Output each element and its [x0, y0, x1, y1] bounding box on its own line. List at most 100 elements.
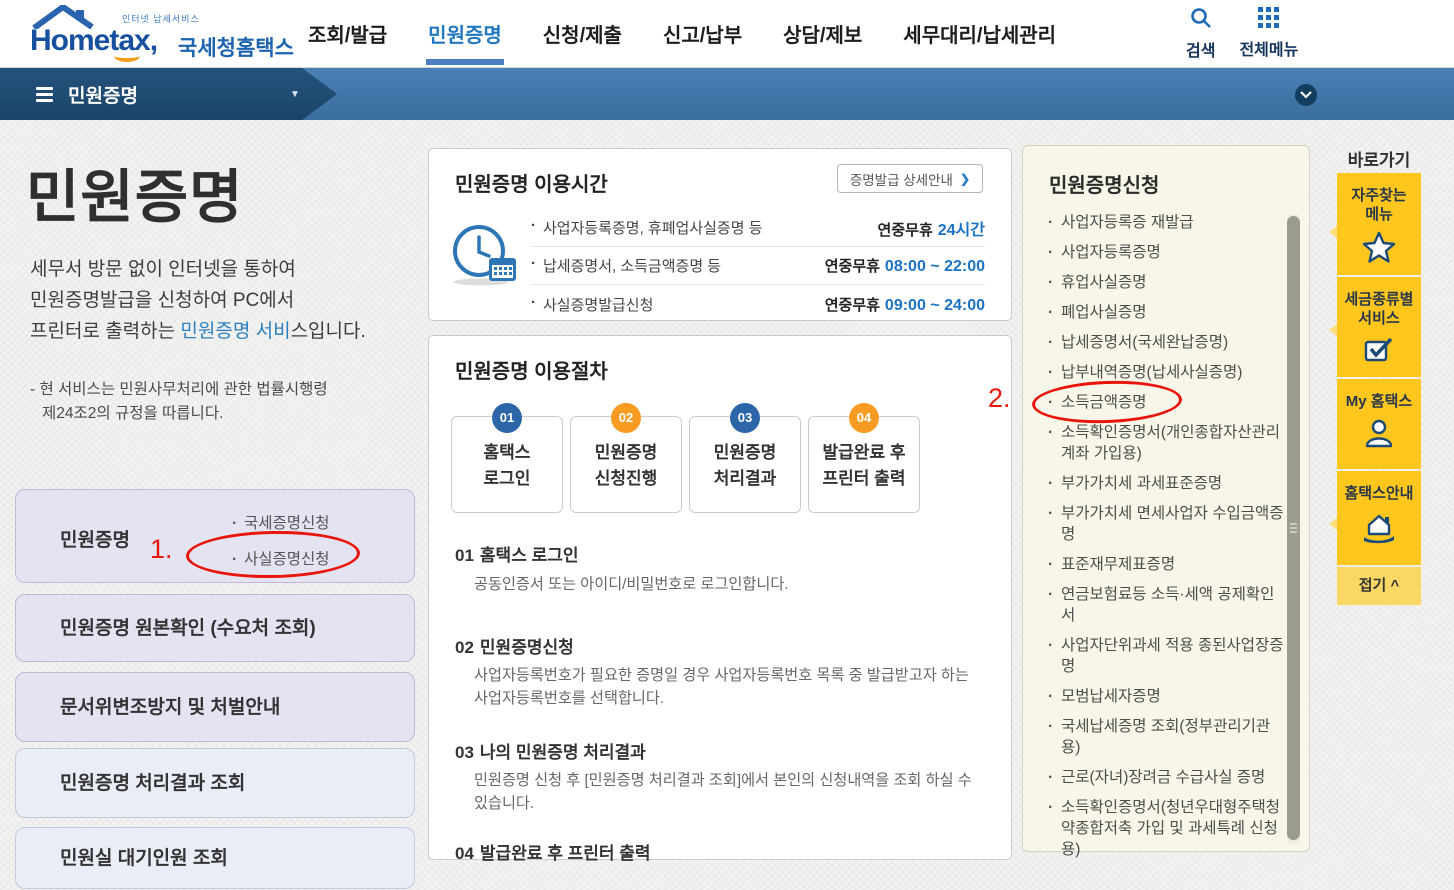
usage-time-title: 민원증명 이용시간 [455, 168, 608, 197]
description-line-2: 민원증명발급을 신청하여 PC에서 [30, 285, 366, 316]
chevron-right-icon: ❯ [960, 172, 970, 186]
orange-swoosh-icon [114, 50, 140, 62]
menu-box-processing-results[interactable]: 민원증명 처리결과 조회 [15, 748, 415, 818]
step-detail-body-2: 사업자등록번호가 필요한 증명일 경우 사업자등록번호 목록 중 발급받고자 하… [474, 664, 986, 710]
search-button[interactable]: 검색 [1186, 7, 1215, 61]
usage-time-row: 사실증명발급신청 연중무휴09:00 ~ 24:00 [531, 285, 985, 323]
quickbar-collapse-button[interactable]: 접기 ^ [1337, 567, 1421, 605]
annotation-step-1: 1. [150, 534, 173, 565]
usage-time-table: 사업자등록증명, 휴폐업사실증명 등 연중무휴24시간 납세증명서, 소득금액증… [531, 209, 985, 323]
all-menu-button[interactable]: 전체메뉴 [1239, 7, 1298, 61]
step-detail-heading-1: 01홈택스 로그인 [455, 541, 579, 566]
cert-item-pension-deduction-confirm[interactable]: 연금보험료등 소득·세액 공제확인서 [1047, 584, 1285, 626]
page-title: 민원증명 [26, 150, 243, 234]
cert-item-income-amount-cert[interactable]: 소득금액증명 [1047, 392, 1285, 413]
cert-list-scrollbar-thumb[interactable] [1287, 216, 1300, 840]
caret-down-icon: ▼ [290, 89, 300, 100]
cert-item-national-tax-cert-gov[interactable]: 국세납세증명 조회(정부관리기관용) [1047, 716, 1285, 758]
step-card-apply: 02 민원증명신청진행 [570, 416, 682, 513]
step-number-badge: 04 [849, 403, 879, 433]
quickbar-item-hometax-guide[interactable]: 홈택스안내 [1337, 471, 1421, 565]
usage-time-row: 사업자등록증명, 휴폐업사실증명 등 연중무휴24시간 [531, 209, 985, 247]
issuance-detail-guide-button[interactable]: 증명발급 상세안내❯ [837, 164, 983, 193]
cert-item-business-suspension[interactable]: 휴업사실증명 [1047, 272, 1285, 293]
civil-cert-service-link: 민원증명 서비 [180, 321, 290, 342]
page: { "header": { "tagline": "인터넷 납세서비스", "b… [0, 0, 1454, 855]
step-number-badge: 01 [492, 403, 522, 433]
star-icon [1337, 231, 1421, 268]
nav-item-consultation-report[interactable]: 상담/제보 [783, 19, 862, 48]
logo-site-name: 국세청홈택스 [178, 32, 294, 62]
checkbox-icon [1337, 335, 1421, 368]
usage-time-row: 납세증명서, 소득금액증명 등 연중무휴08:00 ~ 22:00 [531, 247, 985, 285]
step-detail-heading-4: 04발급완료 후 프린터 출력 [455, 839, 651, 864]
hometax-logo[interactable]: 인터넷 납세서비스 Hometax, 국세청홈택스 [26, 2, 306, 66]
person-icon [1337, 418, 1421, 453]
cert-list-scrollbar-track[interactable] [1287, 214, 1300, 844]
section-breadcrumb-bar: 민원증명 ▼ [0, 68, 1454, 120]
step-detail-body-1: 공동인증서 또는 아이디/비밀번호로 로그인합니다. [474, 573, 986, 596]
time-value: 08:00 ~ 22:00 [885, 258, 985, 275]
hamburger-icon [36, 87, 53, 102]
search-label: 검색 [1186, 37, 1215, 61]
usage-time-panel: 민원증명 이용시간 증명발급 상세안내❯ 사업자등록증명, 휴폐업사실증명 등 … [428, 148, 1012, 321]
search-icon [1190, 7, 1212, 34]
cert-item-business-unit-taxation[interactable]: 사업자단위과세 적용 종된사업장증명 [1047, 635, 1285, 677]
step-card-result: 03 민원증명처리결과 [689, 416, 801, 513]
section-menu-dropdown[interactable]: 민원증명 ▼ [0, 68, 337, 120]
step-detail-heading-2: 02민원증명신청 [455, 633, 574, 658]
legal-note-line-2: 제24조2의 규정을 따릅니다. [30, 402, 328, 426]
nav-item-application-submission[interactable]: 신청/제출 [543, 19, 622, 48]
red-circle-annotation-2 [1031, 378, 1182, 425]
legal-note: - 현 서비스는 민원사무처리에 관한 법률시행령 제24조2의 규정을 따릅니… [30, 378, 328, 426]
cert-item-standard-financial-statement[interactable]: 표준재무제표증명 [1047, 554, 1285, 575]
cert-item-business-reg-reissue[interactable]: 사업자등록증 재발급 [1047, 212, 1285, 233]
global-nav: 조회/발급 민원증명 신청/제출 신고/납부 상담/제보 세무대리/납세관리 [308, 19, 1056, 48]
red-circle-annotation-1 [186, 529, 361, 579]
step-number-badge: 02 [611, 403, 641, 433]
menu-box-original-verification[interactable]: 민원증명 원본확인 (수요처 조회) [15, 594, 415, 662]
menu-box-civil-certificates[interactable]: 민원증명 국세증명신청 사실증명신청 1. [15, 489, 415, 583]
cert-item-earned-income-subsidy[interactable]: 근로(자녀)장려금 수급사실 증명 [1047, 767, 1285, 788]
nav-item-inquiry-issue[interactable]: 조회/발급 [308, 19, 387, 48]
page-description: 세무서 방문 없이 인터넷을 통하여 민원증명발급을 신청하여 PC에서 프린터… [30, 254, 366, 347]
cert-item-income-confirm-isa[interactable]: 소득확인증명서(개인종합자산관리계좌 가입용) [1047, 422, 1285, 464]
quickbar-item-tax-type-services[interactable]: 세금종류별서비스 [1337, 277, 1421, 377]
cert-application-panel: 민원증명신청 사업자등록증 재발급 사업자등록증명 휴업사실증명 폐업사실증명 … [1022, 145, 1310, 852]
legal-note-line-1: - 현 서비스는 민원사무처리에 관한 법률시행령 [30, 378, 328, 402]
nav-item-report-payment[interactable]: 신고/납부 [663, 19, 742, 48]
cert-panel-title: 민원증명신청 [1049, 169, 1159, 198]
nav-item-tax-agent[interactable]: 세무대리/납세관리 [903, 19, 1056, 48]
cert-item-payment-history[interactable]: 납부내역증명(납세사실증명) [1047, 362, 1285, 383]
top-header: 인터넷 납세서비스 Hometax, 국세청홈택스 조회/발급 민원증명 신청/… [0, 0, 1454, 68]
quickbar-item-frequent-menu[interactable]: 자주찾는메뉴 [1337, 173, 1421, 275]
procedure-panel: 민원증명 이용절차 01 홈택스로그인 02 민원증명신청진행 03 민원증명처… [428, 335, 1012, 860]
time-value: 09:00 ~ 24:00 [885, 297, 985, 314]
grid-menu-icon [1258, 7, 1279, 33]
nav-item-civil-certificates[interactable]: 민원증명 [428, 19, 502, 48]
cert-item-vat-base-cert[interactable]: 부가가치세 과세표준증명 [1047, 473, 1285, 494]
cert-item-business-closure[interactable]: 폐업사실증명 [1047, 302, 1285, 323]
menu-box-forgery-prevention[interactable]: 문서위변조방지 및 처벌안내 [15, 672, 415, 742]
cert-item-tax-payment-cert[interactable]: 납세증명서(국세완납증명) [1047, 332, 1285, 353]
step-card-print: 04 발급완료 후프린터 출력 [808, 416, 920, 513]
quickbar-item-my-hometax[interactable]: My 홈택스 [1337, 379, 1421, 469]
procedure-steps: 01 홈택스로그인 02 민원증명신청진행 03 민원증명처리결과 04 발급완… [451, 416, 920, 513]
step-detail-body-3: 민원증명 신청 후 [민원증명 처리결과 조회]에서 본인의 신청내역을 조회 … [474, 769, 986, 815]
cert-item-business-reg-cert[interactable]: 사업자등록증명 [1047, 242, 1285, 263]
cert-list: 사업자등록증 재발급 사업자등록증명 휴업사실증명 폐업사실증명 납세증명서(국… [1047, 212, 1285, 869]
cert-item-exemplary-taxpayer[interactable]: 모범납세자증명 [1047, 686, 1285, 707]
menu-box-waiting-count[interactable]: 민원실 대기인원 조회 [15, 827, 415, 889]
collapse-chevron-button[interactable] [1295, 84, 1317, 106]
time-value: 24시간 [938, 222, 985, 239]
annotation-step-2: 2. [988, 383, 1011, 414]
description-line-1: 세무서 방문 없이 인터넷을 통하여 [30, 254, 366, 285]
cert-item-income-confirm-youth-housing[interactable]: 소득확인증명서(청년우대형주택청약종합저축 가입 및 과세특례 신청용) [1047, 797, 1285, 860]
quickbar-title: 바로가기 [1337, 146, 1421, 171]
clock-calendar-icon [451, 221, 519, 292]
procedure-title: 민원증명 이용절차 [455, 355, 608, 384]
description-line-3: 프린터로 출력하는 민원증명 서비스입니다. [30, 316, 366, 347]
step-number-badge: 03 [730, 403, 760, 433]
cert-item-vat-exempt-income[interactable]: 부가가치세 면세사업자 수입금액증명 [1047, 503, 1285, 545]
step-card-login: 01 홈택스로그인 [451, 416, 563, 513]
